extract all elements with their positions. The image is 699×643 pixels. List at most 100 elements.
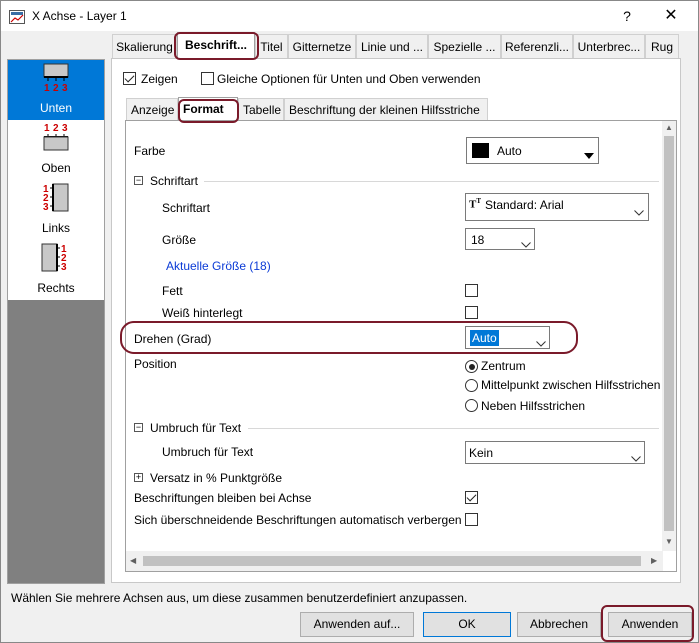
position-option-label: Zentrum (481, 359, 526, 373)
tab-gitternetze[interactable]: Gitternetze (288, 34, 356, 58)
app-icon (9, 10, 25, 24)
sidebar-item-rechts[interactable]: 1 2 3 Rechts (8, 240, 104, 300)
sidebar-item-oben[interactable]: 1 2 3 Oben (8, 120, 104, 180)
scroll-left-icon[interactable]: ◀ (130, 556, 136, 565)
sidebar-item-unten[interactable]: 1 2 3 Unten (8, 60, 104, 120)
help-button[interactable]: ? (615, 6, 639, 26)
sub-tab-strip: Anzeige Format Tabelle Beschriftung der … (126, 97, 676, 121)
title-bar: X Achse - Layer 1 ? ✕ (1, 1, 698, 31)
subtab-kleine-hilfsstriche[interactable]: Beschriftung der kleinen Hilfsstriche (284, 98, 488, 120)
svg-text:2: 2 (53, 123, 59, 134)
subtab-anzeige[interactable]: Anzeige (126, 98, 178, 120)
tab-rug[interactable]: Rug (645, 34, 679, 58)
scroll-right-icon[interactable]: ▶ (651, 556, 657, 565)
expand-icon[interactable]: + (134, 473, 143, 482)
axis-dialog: X Achse - Layer 1 ? ✕ 1 2 3 Unten 1 2 3 … (0, 0, 699, 643)
stay-with-axis-checkbox[interactable] (465, 491, 478, 504)
axis-sidebar: 1 2 3 Unten 1 2 3 Oben 1 2 3 Links 1 2 3… (7, 59, 105, 584)
section-divider (248, 428, 659, 429)
rotate-dropdown[interactable]: Auto (465, 326, 550, 349)
sidebar-item-label: Rechts (37, 281, 75, 295)
svg-text:3: 3 (62, 123, 68, 134)
axis-top-icon: 1 2 3 (42, 122, 70, 155)
color-value: Auto (497, 144, 522, 158)
svg-text:2: 2 (53, 83, 59, 93)
chevron-down-icon (536, 336, 546, 350)
font-value: Standard: Arial (485, 198, 564, 212)
actual-size-link[interactable]: Aktuelle Größe (18) (166, 259, 271, 273)
tab-skalierung[interactable]: Skalierung (112, 34, 177, 58)
offset-section-title: Versatz in % Punktgröße (150, 471, 283, 485)
wrap-label: Umbruch für Text (162, 445, 254, 459)
white-bg-label: Weiß hinterlegt (162, 306, 243, 320)
hide-overlap-label: Sich überschneidende Beschriftungen auto… (134, 513, 462, 527)
rotate-value: Auto (470, 330, 499, 346)
wrap-dropdown[interactable]: Kein (465, 441, 645, 464)
tab-spezielle[interactable]: Spezielle ... (428, 34, 501, 58)
status-text: Wählen Sie mehrere Achsen aus, um diese … (11, 591, 468, 605)
scroll-down-icon[interactable]: ▼ (665, 537, 673, 546)
window-title: X Achse - Layer 1 (32, 9, 127, 23)
dropdown-arrow-icon (584, 148, 594, 162)
svg-text:3: 3 (62, 83, 68, 93)
chevron-down-icon (631, 451, 641, 465)
white-bg-checkbox[interactable] (465, 306, 478, 319)
tab-beschriftung[interactable]: Beschrift... (177, 32, 255, 59)
ok-button[interactable]: OK (423, 612, 511, 637)
collapse-icon[interactable]: − (134, 423, 143, 432)
stay-with-axis-label: Beschriftungen bleiben bei Achse (134, 491, 312, 505)
tab-linie[interactable]: Linie und ... (356, 34, 428, 58)
position-option-label: Neben Hilfsstrichen (481, 399, 586, 413)
size-dropdown[interactable]: 18 (465, 228, 535, 250)
truetype-font-icon: TT (469, 197, 482, 211)
subtab-format[interactable]: Format (178, 97, 238, 121)
show-label: Zeigen (141, 72, 178, 86)
rotate-label: Drehen (Grad) (134, 332, 212, 346)
chevron-down-icon (521, 237, 531, 251)
bold-label: Fett (162, 284, 183, 298)
sidebar-item-label: Oben (41, 161, 71, 175)
scroll-up-icon[interactable]: ▲ (665, 123, 673, 132)
axis-right-icon: 1 2 3 (41, 243, 71, 276)
position-radio-beside[interactable] (465, 399, 478, 412)
svg-text:1: 1 (44, 123, 50, 134)
sidebar-item-links[interactable]: 1 2 3 Links (8, 180, 104, 240)
same-options-checkbox[interactable] (201, 72, 214, 85)
svg-text:3: 3 (61, 262, 67, 273)
tab-titel[interactable]: Titel (255, 34, 288, 58)
close-button[interactable]: ✕ (653, 6, 689, 26)
tab-strip: Skalierung Beschrift... Titel Gitternetz… (112, 32, 680, 59)
apply-button[interactable]: Anwenden (608, 612, 692, 637)
subtab-tabelle[interactable]: Tabelle (238, 98, 284, 120)
color-dropdown[interactable]: Auto (466, 137, 599, 164)
sidebar-item-label: Links (41, 221, 70, 235)
tab-referenzlinien[interactable]: Referenzli... (501, 34, 573, 58)
collapse-icon[interactable]: − (134, 176, 143, 185)
font-dropdown[interactable]: TT Standard: Arial (465, 193, 649, 221)
show-checkbox[interactable] (123, 72, 136, 85)
color-label: Farbe (134, 144, 166, 158)
axis-bottom-icon: 1 2 3 (42, 63, 70, 96)
svg-text:3: 3 (43, 202, 49, 213)
cancel-button[interactable]: Abbrechen (517, 612, 601, 637)
hide-overlap-checkbox[interactable] (465, 513, 478, 526)
position-radio-center[interactable] (465, 360, 478, 373)
position-radio-midpoint[interactable] (465, 379, 478, 392)
vertical-scroll-thumb[interactable] (664, 136, 674, 531)
axis-list: 1 2 3 Unten 1 2 3 Oben 1 2 3 Links 1 2 3… (8, 60, 104, 300)
apply-to-button[interactable]: Anwenden auf... (300, 612, 414, 637)
bold-checkbox[interactable] (465, 284, 478, 297)
same-options-label: Gleiche Optionen für Unten und Oben verw… (217, 72, 481, 86)
chevron-down-icon (634, 205, 644, 219)
section-divider (204, 181, 659, 182)
axis-left-icon: 1 2 3 (42, 183, 72, 216)
position-option-label: Mittelpunkt zwischen Hilfsstrichen (481, 378, 661, 392)
size-label: Größe (162, 233, 197, 247)
position-label: Position (134, 357, 177, 371)
horizontal-scroll-thumb[interactable] (143, 556, 641, 566)
wrap-section-title: Umbruch für Text (150, 421, 242, 435)
tab-unterbrechung[interactable]: Unterbrec... (573, 34, 645, 58)
wrap-value: Kein (469, 446, 494, 460)
color-swatch (472, 143, 489, 158)
svg-text:1: 1 (44, 83, 50, 93)
